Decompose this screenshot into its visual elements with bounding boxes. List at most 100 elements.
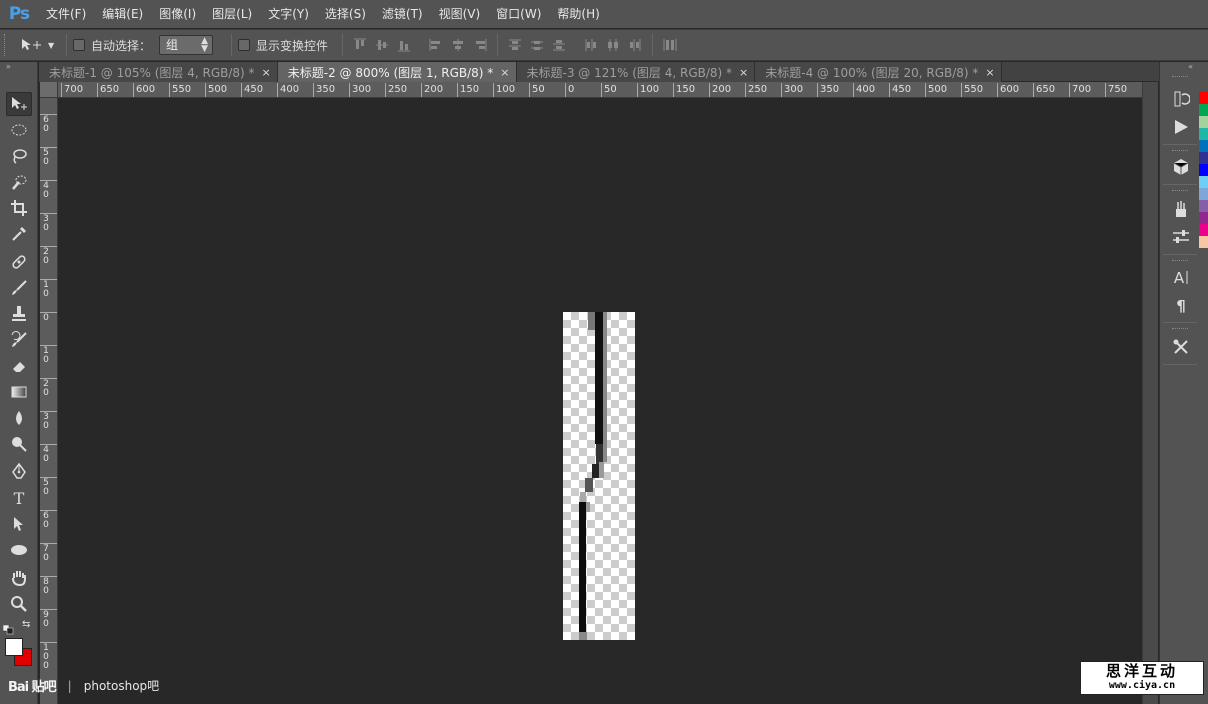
paragraph-panel-button[interactable]: ¶ [1170,294,1192,316]
healing-brush-tool-button[interactable] [6,250,32,274]
ruler-top-label: 450 [241,83,263,97]
color-swatch[interactable] [1199,224,1208,236]
options-grip[interactable] [4,34,10,56]
distribute-hcenter-button[interactable] [604,36,622,54]
align-right-button[interactable] [471,36,489,54]
type-tool-button[interactable]: T [6,486,32,510]
close-icon[interactable]: × [262,66,271,79]
align-vcenter-button[interactable] [373,36,391,54]
distribute-right-button[interactable] [626,36,644,54]
3d-panel-button[interactable] [1170,156,1192,178]
brush-presets-panel-button[interactable] [1170,198,1192,220]
close-icon[interactable]: × [500,66,509,79]
color-swatch[interactable] [1199,92,1208,104]
crop-tool-button[interactable] [6,196,32,220]
history-brush-tool-button[interactable] [6,328,32,352]
distribute-top-button[interactable] [506,36,524,54]
history-panel-button[interactable] [1170,88,1192,110]
swatches-panel[interactable] [1199,92,1208,262]
show-transform-checkbox[interactable] [238,39,251,51]
auto-align-button[interactable] [661,36,679,54]
color-swatch[interactable] [1199,128,1208,140]
align-vcenter-icon [376,40,389,50]
menu-image[interactable]: 图像(I) [151,0,204,28]
menu-window[interactable]: 窗口(W) [488,0,549,28]
panel-grip[interactable] [1172,150,1188,153]
color-swatch[interactable] [1199,236,1208,248]
auto-select-checkbox[interactable] [73,39,85,51]
ellipse-tool-button[interactable] [6,538,32,562]
ruler-top-label: 350 [313,83,335,97]
panel-grip[interactable] [1172,190,1188,193]
collapse-double-arrow-icon[interactable]: » [0,62,37,72]
tool-preset-picker[interactable]: ▼ [20,34,60,56]
menu-filter[interactable]: 滤镜(T) [374,0,431,28]
vertical-ruler[interactable]: 6 0 5 0 4 0 3 0 2 0 1 0 0 1 0 2 0 3 0 4 0 5 0 6 0 7 0… [40,98,58,704]
vertical-scrollbar[interactable] [1142,82,1158,704]
color-swatch[interactable] [1199,140,1208,152]
menu-select[interactable]: 选择(S) [317,0,374,28]
swap-colors-icon[interactable]: ⇆ [22,619,34,631]
align-bottom-button[interactable] [395,36,413,54]
align-top-button[interactable] [351,36,369,54]
panel-grip[interactable] [1172,76,1188,79]
color-swatch[interactable] [1199,152,1208,164]
character-panel-button[interactable]: A [1170,266,1192,288]
path-selection-tool-button[interactable] [6,512,32,536]
distribute-vcenter-button[interactable] [528,36,546,54]
panel-grip[interactable] [1172,260,1188,263]
blur-tool-button[interactable] [6,406,32,430]
tool-presets-panel-button[interactable] [1170,336,1192,358]
clone-stamp-tool-button[interactable] [6,302,32,326]
eraser-tool-button[interactable] [6,354,32,378]
dodge-tool-button[interactable] [6,432,32,456]
tab-untitled-2[interactable]: 未标题-2 @ 800% (图层 1, RGB/8) * × [277,62,517,82]
color-swatch[interactable] [1199,104,1208,116]
menu-layer[interactable]: 图层(L) [204,0,260,28]
actions-panel-button[interactable] [1170,116,1192,138]
eyedropper-tool-button[interactable] [6,222,32,246]
foreground-color-swatch[interactable] [5,638,23,656]
tab-untitled-1[interactable]: 未标题-1 @ 105% (图层 4, RGB/8) * × [39,62,278,82]
menu-type[interactable]: 文字(Y) [260,0,317,28]
hand-tool-button[interactable] [6,566,32,590]
color-swatch[interactable] [1199,116,1208,128]
color-swatch[interactable] [1199,164,1208,176]
align-hcenter-button[interactable] [449,36,467,54]
color-swatch[interactable] [1199,188,1208,200]
adjustments-panel-button[interactable] [1170,226,1192,248]
menu-edit[interactable]: 编辑(E) [94,0,151,28]
close-icon[interactable]: × [739,66,748,79]
marquee-tool-button[interactable] [6,118,32,142]
move-tool-button[interactable] [6,92,32,116]
tab-untitled-3[interactable]: 未标题-3 @ 121% (图层 4, RGB/8) * × [516,62,756,82]
zoom-tool-button[interactable] [6,592,32,616]
document-canvas[interactable] [563,312,635,640]
canvas-area[interactable] [58,98,1142,704]
close-icon[interactable]: × [985,66,994,79]
drop-icon [16,411,22,425]
panel-grip[interactable] [1172,328,1188,331]
distribute-bottom-button[interactable] [550,36,568,54]
default-colors-icon[interactable] [2,620,15,635]
collapse-double-arrow-icon[interactable]: « [1160,62,1199,72]
distribute-left-button[interactable] [582,36,600,54]
lasso-tool-button[interactable] [6,144,32,168]
menu-file[interactable]: 文件(F) [38,0,94,28]
color-swatch[interactable] [1199,212,1208,224]
svg-text:T: T [14,489,25,507]
horizontal-ruler[interactable]: 700 650 600 550 500 450 400 350 300 250 200 150 100 5… [58,82,1142,98]
quick-selection-tool-button[interactable] [6,170,32,194]
tab-untitled-4[interactable]: 未标题-4 @ 100% (图层 20, RGB/8) * × [755,62,1002,82]
menu-help[interactable]: 帮助(H) [549,0,607,28]
color-swatch[interactable] [1199,176,1208,188]
gradient-tool-button[interactable] [6,380,32,404]
color-swatch[interactable] [1199,200,1208,212]
menu-view[interactable]: 视图(V) [431,0,489,28]
ruler-origin[interactable] [40,82,58,98]
site-stamp: 思洋互动 www.ciya.cn [1080,661,1204,695]
brush-tool-button[interactable] [6,276,32,300]
auto-select-dropdown[interactable]: 组 ▲ ▼ [159,35,214,55]
align-left-button[interactable] [427,36,445,54]
pen-tool-button[interactable] [6,460,32,484]
